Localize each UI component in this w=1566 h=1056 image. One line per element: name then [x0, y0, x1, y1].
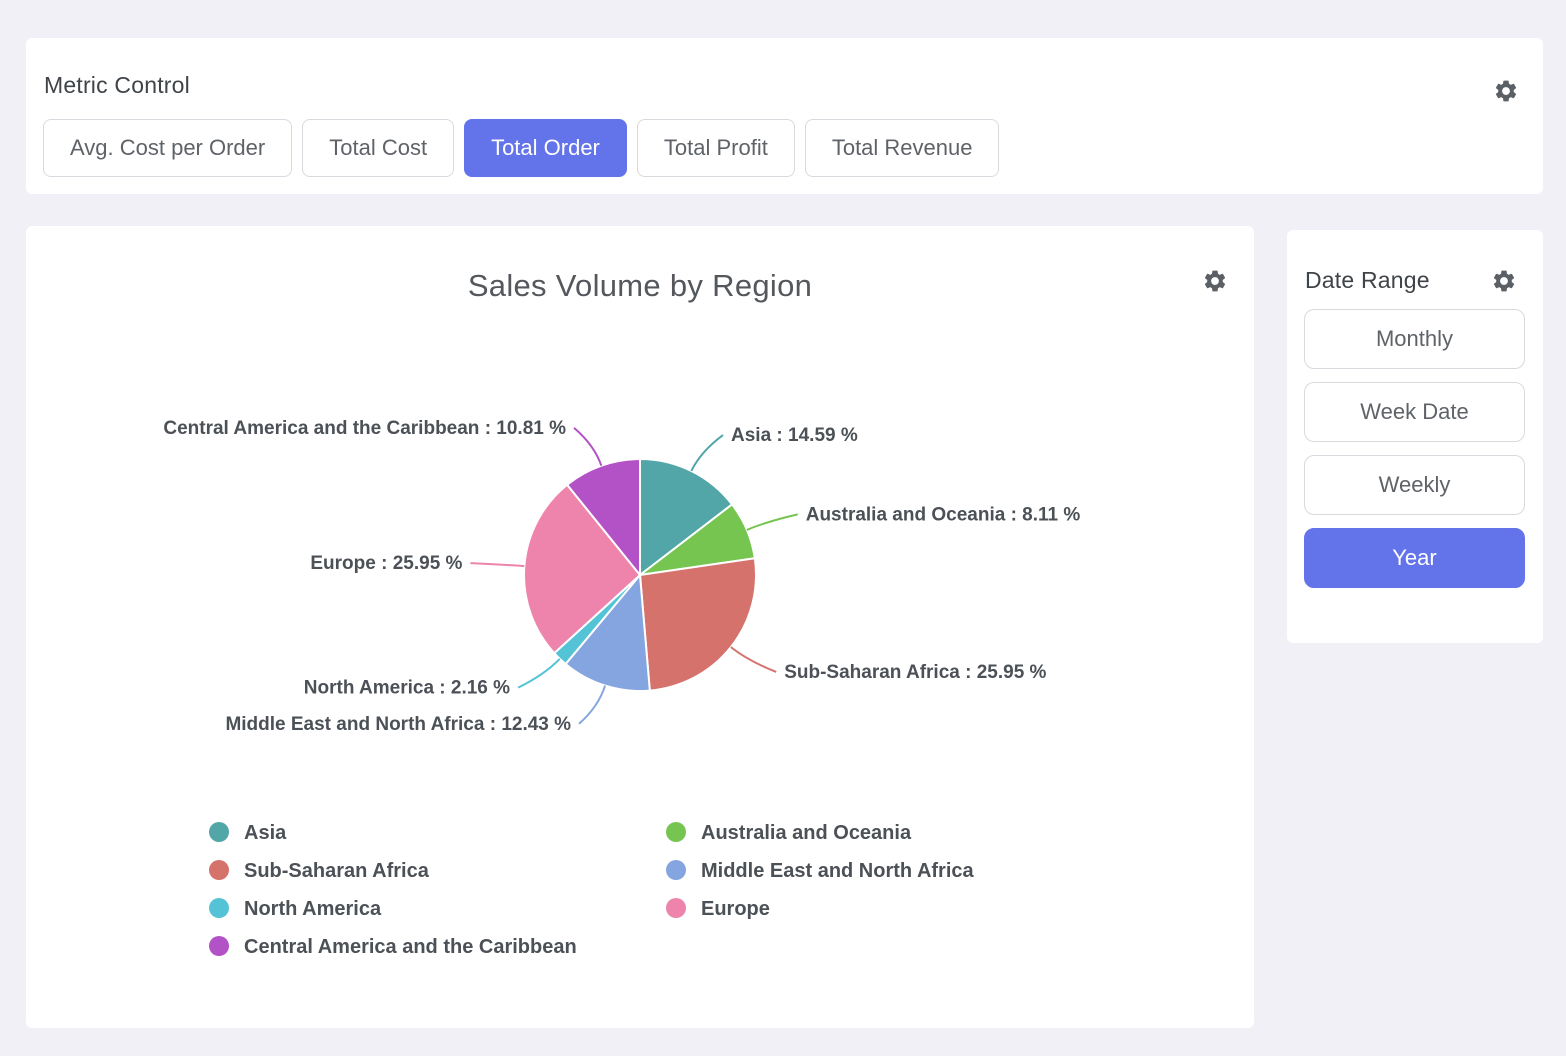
- gear-icon: [1493, 78, 1519, 104]
- legend-label-europe: Europe: [701, 898, 770, 920]
- legend-dot-asia: [209, 822, 229, 842]
- metric-button-avg-cost-per-order[interactable]: Avg. Cost per Order: [43, 119, 292, 177]
- legend-item-north-america[interactable]: North America: [209, 898, 382, 920]
- gear-icon: [1491, 268, 1517, 294]
- legend-label-middle-east-and-north-africa: Middle East and North Africa: [701, 860, 975, 882]
- pie-label-line-europe: [470, 563, 524, 566]
- legend-item-middle-east-and-north-africa[interactable]: Middle East and North Africa: [666, 860, 975, 882]
- date-range-button-weekly[interactable]: Weekly: [1304, 455, 1525, 515]
- legend-item-central-america-and-the-caribbean[interactable]: Central America and the Caribbean: [209, 936, 577, 958]
- pie-label-line-middle-east-and-north-africa: [579, 686, 605, 724]
- legend-dot-central-america-and-the-caribbean: [209, 936, 229, 956]
- pie-label-central-america-and-the-caribbean: Central America and the Caribbean : 10.8…: [163, 418, 566, 439]
- legend-item-sub-saharan-africa[interactable]: Sub-Saharan Africa: [209, 860, 430, 882]
- date-range-button-monthly[interactable]: Monthly: [1304, 309, 1525, 369]
- date-range-panel: Date Range Monthly Week Date Weekly Year: [1287, 230, 1543, 643]
- legend-label-sub-saharan-africa: Sub-Saharan Africa: [244, 860, 430, 882]
- metric-button-total-profit[interactable]: Total Profit: [637, 119, 795, 177]
- sales-volume-chart-panel: Sales Volume by Region Asia : 14.59 %Aus…: [26, 226, 1254, 1028]
- pie-label-line-asia: [691, 435, 723, 471]
- metric-button-group: Avg. Cost per OrderTotal CostTotal Order…: [43, 119, 999, 177]
- pie-label-line-central-america-and-the-caribbean: [574, 428, 601, 466]
- pie-label-asia: Asia : 14.59 %: [731, 425, 858, 446]
- metric-button-total-revenue[interactable]: Total Revenue: [805, 119, 1000, 177]
- pie-label-line-australia-and-oceania: [747, 514, 798, 530]
- legend-dot-sub-saharan-africa: [209, 860, 229, 880]
- legend-item-australia-and-oceania[interactable]: Australia and Oceania: [666, 822, 912, 844]
- date-range-settings-button[interactable]: [1491, 268, 1517, 294]
- metric-control-title: Metric Control: [44, 72, 190, 99]
- date-range-button-week-date[interactable]: Week Date: [1304, 382, 1525, 442]
- date-range-title: Date Range: [1305, 267, 1430, 294]
- metric-button-total-cost[interactable]: Total Cost: [302, 119, 454, 177]
- date-range-button-group: Monthly Week Date Weekly Year: [1304, 309, 1525, 588]
- pie-label-europe: Europe : 25.95 %: [310, 553, 462, 574]
- legend-label-australia-and-oceania: Australia and Oceania: [701, 822, 912, 844]
- pie-label-line-sub-saharan-africa: [731, 647, 776, 672]
- metric-settings-button[interactable]: [1493, 78, 1519, 104]
- metric-button-total-order[interactable]: Total Order: [464, 119, 627, 177]
- pie-chart: Asia : 14.59 % Australia and Oceania : 8.…: [26, 226, 1254, 1028]
- metric-control-panel: Metric Control Avg. Cost per OrderTotal …: [26, 38, 1543, 194]
- legend-label-asia: Asia: [244, 822, 287, 844]
- legend-dot-australia-and-oceania: [666, 822, 686, 842]
- pie-label-line-north-america: [518, 659, 560, 688]
- legend-label-north-america: North America: [244, 898, 382, 920]
- date-range-button-year[interactable]: Year: [1304, 528, 1525, 588]
- pie-label-middle-east-and-north-africa: Middle East and North Africa : 12.43 %: [225, 714, 571, 735]
- pie-label-sub-saharan-africa: Sub-Saharan Africa : 25.95 %: [784, 662, 1046, 683]
- legend-item-europe[interactable]: Europe: [666, 898, 770, 920]
- legend-dot-europe: [666, 898, 686, 918]
- legend-label-central-america-and-the-caribbean: Central America and the Caribbean: [244, 936, 577, 958]
- pie-label-australia-and-oceania: Australia and Oceania : 8.11 %: [806, 504, 1081, 525]
- pie-slice-sub-saharan-africa[interactable]: [640, 558, 756, 690]
- legend-dot-middle-east-and-north-africa: [666, 860, 686, 880]
- legend-item-asia[interactable]: Asia: [209, 822, 287, 844]
- pie-label-north-america: North America : 2.16 %: [304, 678, 510, 699]
- legend-dot-north-america: [209, 898, 229, 918]
